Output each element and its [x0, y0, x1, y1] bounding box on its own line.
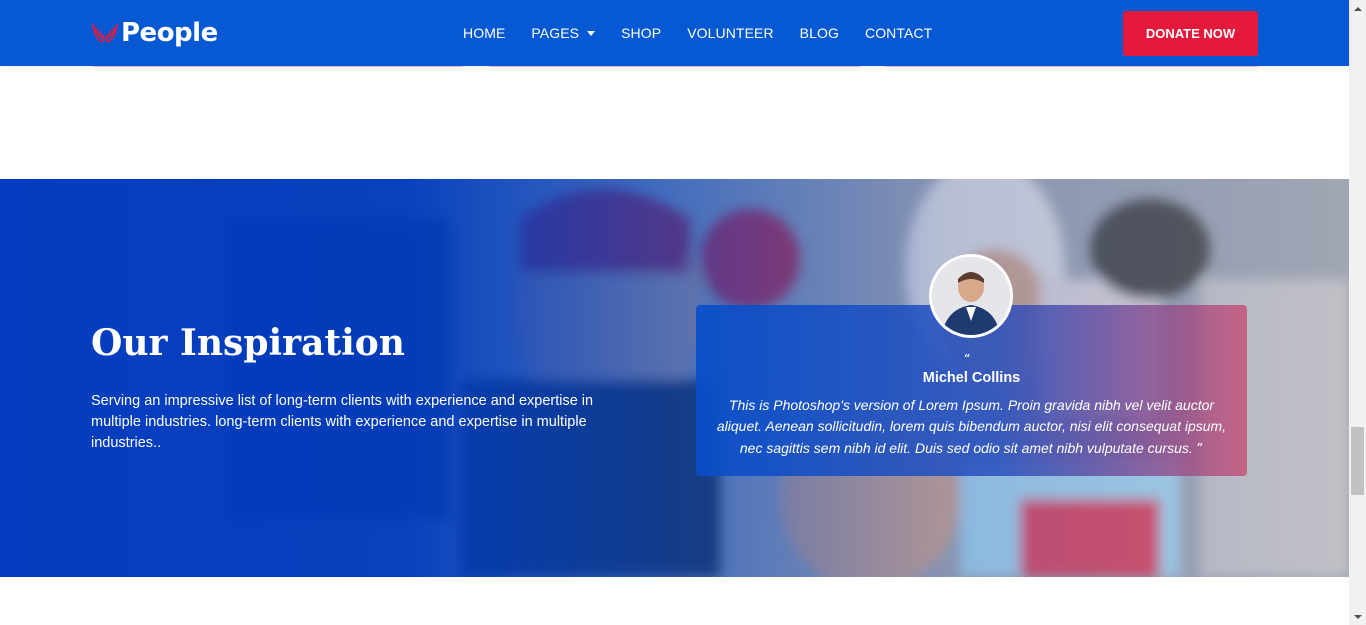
arrow-down-icon — [1353, 614, 1362, 619]
quote-close-icon: ” — [1196, 441, 1204, 454]
nav-blog[interactable]: BLOG — [800, 25, 839, 41]
scroll-up-button[interactable] — [1349, 0, 1366, 17]
nav-shop-label: SHOP — [621, 25, 662, 41]
nav-volunteer-label: VOLUNTEER — [687, 25, 774, 41]
logo-text: People — [121, 18, 218, 48]
section-description: Serving an impressive list of long-term … — [91, 393, 594, 451]
testimonial-quote-text: This is Photoshop's version of Lorem Ips… — [716, 397, 1227, 456]
testimonial-name: Michel Collins — [922, 370, 1021, 386]
nav-contact-label: CONTACT — [864, 25, 933, 41]
quote-open-icon: “ — [964, 352, 971, 365]
nav-shop[interactable]: SHOP — [621, 25, 661, 41]
person-photo-icon — [932, 257, 1010, 335]
donate-now-button[interactable]: DONATE NOW — [1123, 11, 1258, 56]
nav-pages[interactable]: PAGES — [531, 25, 596, 41]
logo-wings-icon — [92, 23, 118, 44]
nav-contact[interactable]: CONTACT — [865, 25, 932, 41]
testimonial-quote: This is Photoshop's version of Lorem Ips… — [710, 395, 1233, 459]
nav-volunteer[interactable]: VOLUNTEER — [687, 25, 773, 41]
section-title: Our Inspiration — [91, 322, 405, 364]
testimonial-avatar — [929, 254, 1013, 338]
nav-home-label: HOME — [463, 25, 506, 41]
scroll-down-button[interactable] — [1349, 608, 1366, 625]
chevron-down-icon — [587, 31, 596, 36]
arrow-up-icon — [1353, 6, 1362, 11]
nav-pages-label: PAGES — [531, 25, 580, 41]
main-nav: HOME PAGES SHOP VOLUNTEER BLOG CONTACT — [463, 0, 932, 66]
nav-blog-label: BLOG — [799, 25, 839, 41]
page-scrollbar[interactable] — [1349, 0, 1366, 625]
logo[interactable]: People — [91, 14, 218, 52]
site-header: People HOME PAGES SHOP VOLUNTEER BLOG CO… — [0, 0, 1349, 66]
nav-home[interactable]: HOME — [463, 25, 505, 41]
scrollbar-thumb[interactable] — [1351, 427, 1364, 495]
